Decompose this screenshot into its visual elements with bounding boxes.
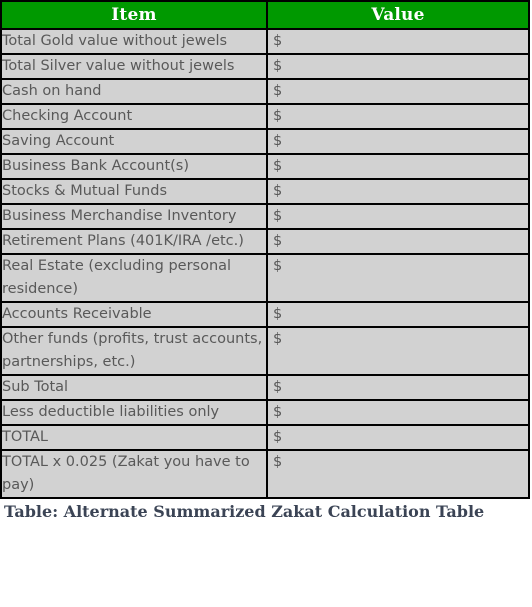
row-label-other-funds: Other funds (profits, trust accounts, pa… [0, 326, 268, 376]
row-value-business-merchandise-inventory[interactable]: $ [266, 203, 530, 230]
table-row: Stocks & Mutual Funds $ [0, 178, 530, 205]
row-label-saving-account: Saving Account [0, 128, 268, 155]
row-label-cash-on-hand: Cash on hand [0, 78, 268, 105]
row-value-total-gold[interactable]: $ [266, 28, 530, 55]
row-label-business-merchandise-inventory: Business Merchandise Inventory [0, 203, 268, 230]
row-value-business-bank-accounts[interactable]: $ [266, 153, 530, 180]
row-value-total-silver[interactable]: $ [266, 53, 530, 80]
table-row: Total Silver value without jewels $ [0, 53, 530, 80]
row-value-less-deductible-liabilities[interactable]: $ [266, 399, 530, 426]
table-row: Total Gold value without jewels $ [0, 28, 530, 55]
table-row: Sub Total $ [0, 374, 530, 401]
table-row: TOTAL $ [0, 424, 530, 451]
row-value-zakat-due[interactable]: $ [266, 449, 530, 499]
table-row: TOTAL x 0.025 (Zakat you have to pay) $ [0, 449, 530, 499]
table-row: Checking Account $ [0, 103, 530, 130]
table-row: Other funds (profits, trust accounts, pa… [0, 326, 530, 376]
row-value-cash-on-hand[interactable]: $ [266, 78, 530, 105]
row-label-accounts-receivable: Accounts Receivable [0, 301, 268, 328]
row-label-zakat-due: TOTAL x 0.025 (Zakat you have to pay) [0, 449, 268, 499]
table-row: Retirement Plans (401K/IRA /etc.) $ [0, 228, 530, 255]
table-caption: Table: Alternate Summarized Zakat Calcul… [4, 502, 485, 521]
column-header-item: Item [0, 0, 268, 30]
row-label-total: TOTAL [0, 424, 268, 451]
row-value-retirement-plans[interactable]: $ [266, 228, 530, 255]
table-row: Accounts Receivable $ [0, 301, 530, 328]
row-label-total-silver: Total Silver value without jewels [0, 53, 268, 80]
table-row: Business Bank Account(s) $ [0, 153, 530, 180]
table-row: Less deductible liabilities only $ [0, 399, 530, 426]
table-header-row: Item Value [0, 0, 530, 30]
row-label-stocks-mutual-funds: Stocks & Mutual Funds [0, 178, 268, 205]
row-value-accounts-receivable[interactable]: $ [266, 301, 530, 328]
table-body: Total Gold value without jewels $ Total … [0, 28, 530, 499]
row-label-less-deductible-liabilities: Less deductible liabilities only [0, 399, 268, 426]
table-row: Saving Account $ [0, 128, 530, 155]
zakat-calculation-page: Item Value Total Gold value without jewe… [0, 0, 532, 607]
row-label-retirement-plans: Retirement Plans (401K/IRA /etc.) [0, 228, 268, 255]
row-label-real-estate: Real Estate (excluding personal residenc… [0, 253, 268, 303]
table-row: Cash on hand $ [0, 78, 530, 105]
zakat-calculation-table: Item Value Total Gold value without jewe… [0, 0, 530, 499]
row-label-total-gold: Total Gold value without jewels [0, 28, 268, 55]
table-row: Real Estate (excluding personal residenc… [0, 253, 530, 303]
row-value-real-estate[interactable]: $ [266, 253, 530, 303]
row-value-total[interactable]: $ [266, 424, 530, 451]
row-label-business-bank-accounts: Business Bank Account(s) [0, 153, 268, 180]
row-value-other-funds[interactable]: $ [266, 326, 530, 376]
row-value-saving-account[interactable]: $ [266, 128, 530, 155]
row-value-sub-total[interactable]: $ [266, 374, 530, 401]
row-label-checking-account: Checking Account [0, 103, 268, 130]
row-value-checking-account[interactable]: $ [266, 103, 530, 130]
table-header: Item Value [0, 0, 530, 30]
row-value-stocks-mutual-funds[interactable]: $ [266, 178, 530, 205]
row-label-sub-total: Sub Total [0, 374, 268, 401]
column-header-value: Value [266, 0, 530, 30]
table-row: Business Merchandise Inventory $ [0, 203, 530, 230]
